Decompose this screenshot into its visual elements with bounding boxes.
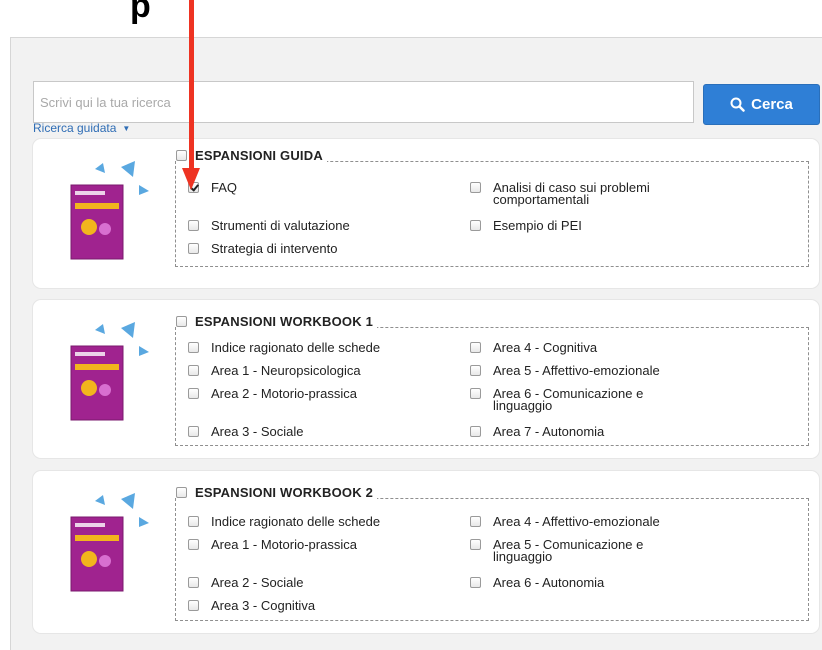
option-faq[interactable]: FAQ — [188, 180, 421, 195]
option-checkbox[interactable] — [188, 388, 199, 399]
options-group-workbook-1: ESPANSIONI WORKBOOK 1 Indice ragionato d… — [175, 314, 809, 446]
option-checkbox[interactable] — [188, 426, 199, 437]
option-checkbox[interactable] — [188, 220, 199, 231]
option-esempio-di-pei[interactable]: Esempio di PEI — [470, 218, 703, 233]
annotation-arrow-icon — [182, 0, 200, 190]
option-label: Area 1 - Motorio-prassica — [211, 537, 357, 552]
option-area-1[interactable]: Area 1 - Neuropsicologica — [188, 363, 421, 378]
book-cover-image — [51, 155, 159, 265]
section-legend: ESPANSIONI WORKBOOK 1 — [176, 314, 378, 329]
option-indice-ragionato[interactable]: Indice ragionato delle schede — [188, 340, 421, 355]
option-area-4[interactable]: Area 4 - Affettivo-emozionale — [470, 514, 703, 529]
option-checkbox[interactable] — [470, 220, 481, 231]
option-area-7[interactable]: Area 7 - Autonomia — [470, 424, 703, 439]
options-group-workbook-2: ESPANSIONI WORKBOOK 2 Indice ragionato d… — [175, 485, 809, 621]
book-cover-image — [51, 316, 159, 426]
option-checkbox[interactable] — [470, 388, 481, 399]
book-cover-image — [51, 487, 159, 597]
section-checkbox[interactable] — [176, 316, 187, 327]
option-area-5[interactable]: Area 5 - Affettivo-emozionale — [470, 363, 703, 378]
search-button-label: Cerca — [751, 96, 793, 113]
option-label: FAQ — [211, 180, 238, 195]
option-label: Esempio di PEI — [493, 218, 582, 233]
option-checkbox[interactable] — [188, 365, 199, 376]
option-area-3[interactable]: Area 3 - Cognitiva — [188, 598, 421, 613]
option-label: Area 5 - Comunicazione e linguaggio — [493, 537, 644, 564]
option-label: Indice ragionato delle schede — [211, 340, 381, 355]
option-label: Area 3 - Sociale — [211, 424, 304, 439]
option-label: Area 4 - Affettivo-emozionale — [493, 514, 660, 529]
section-checkbox[interactable] — [176, 487, 187, 498]
option-label: Area 7 - Autonomia — [493, 424, 605, 439]
options-group-guida: ESPANSIONI GUIDA FAQ Analisi di caso sui… — [175, 148, 809, 267]
section-title: ESPANSIONI WORKBOOK 2 — [195, 485, 374, 500]
option-area-3[interactable]: Area 3 - Sociale — [188, 424, 421, 439]
option-label: Area 6 - Comunicazione e linguaggio — [493, 386, 644, 413]
option-label: Indice ragionato delle schede — [211, 514, 381, 529]
option-checkbox[interactable] — [470, 182, 481, 193]
section-legend: ESPANSIONI WORKBOOK 2 — [176, 485, 378, 500]
option-checkbox[interactable] — [188, 243, 199, 254]
option-label: Area 2 - Sociale — [211, 575, 304, 590]
option-strumenti-di-valutazione[interactable]: Strumenti di valutazione — [188, 218, 421, 233]
guided-search-label: Ricerca guidata — [33, 121, 117, 135]
option-area-2[interactable]: Area 2 - Motorio-prassica — [188, 386, 421, 401]
option-label: Area 3 - Cognitiva — [211, 598, 316, 613]
option-checkbox[interactable] — [470, 577, 481, 588]
search-button[interactable]: Cerca — [703, 84, 820, 125]
option-label: Area 5 - Affettivo-emozionale — [493, 363, 660, 378]
option-area-6[interactable]: Area 6 - Comunicazione e linguaggio — [470, 386, 703, 413]
option-area-5[interactable]: Area 5 - Comunicazione e linguaggio — [470, 537, 703, 564]
option-checkbox[interactable] — [188, 539, 199, 550]
search-icon — [730, 97, 745, 112]
option-area-2[interactable]: Area 2 - Sociale — [188, 575, 421, 590]
option-label: Strumenti di valutazione — [211, 218, 350, 233]
option-label: Strategia di intervento — [211, 241, 338, 256]
section-title: ESPANSIONI WORKBOOK 1 — [195, 314, 374, 329]
option-indice-ragionato[interactable]: Indice ragionato delle schede — [188, 514, 421, 529]
search-input[interactable] — [33, 81, 694, 123]
option-area-4[interactable]: Area 4 - Cognitiva — [470, 340, 703, 355]
page-heading-fragment: p — [130, 0, 151, 25]
option-label: Area 4 - Cognitiva — [493, 340, 598, 355]
guided-search-toggle[interactable]: Ricerca guidata ▼ — [33, 121, 130, 135]
option-checkbox[interactable] — [470, 426, 481, 437]
option-checkbox[interactable] — [188, 516, 199, 527]
option-analisi-di-caso[interactable]: Analisi di caso sui problemi comportamen… — [470, 180, 703, 207]
section-card-guida: ESPANSIONI GUIDA FAQ Analisi di caso sui… — [33, 139, 819, 288]
option-label: Analisi di caso sui problemi comportamen… — [493, 180, 650, 207]
option-label: Area 6 - Autonomia — [493, 575, 605, 590]
option-checkbox[interactable] — [470, 365, 481, 376]
section-card-workbook-2: ESPANSIONI WORKBOOK 2 Indice ragionato d… — [33, 471, 819, 633]
option-area-6[interactable]: Area 6 - Autonomia — [470, 575, 703, 590]
option-checkbox[interactable] — [470, 342, 481, 353]
option-label: Area 1 - Neuropsicologica — [211, 363, 361, 378]
caret-down-icon: ▼ — [122, 123, 131, 133]
option-checkbox[interactable] — [188, 577, 199, 588]
section-card-workbook-1: ESPANSIONI WORKBOOK 1 Indice ragionato d… — [33, 300, 819, 458]
option-area-1[interactable]: Area 1 - Motorio-prassica — [188, 537, 421, 552]
option-checkbox[interactable] — [470, 516, 481, 527]
option-checkbox[interactable] — [470, 539, 481, 550]
option-strategia-di-intervento[interactable]: Strategia di intervento — [188, 241, 421, 256]
option-checkbox[interactable] — [188, 600, 199, 611]
option-label: Area 2 - Motorio-prassica — [211, 386, 357, 401]
section-title: ESPANSIONI GUIDA — [195, 148, 323, 163]
option-checkbox[interactable] — [188, 342, 199, 353]
